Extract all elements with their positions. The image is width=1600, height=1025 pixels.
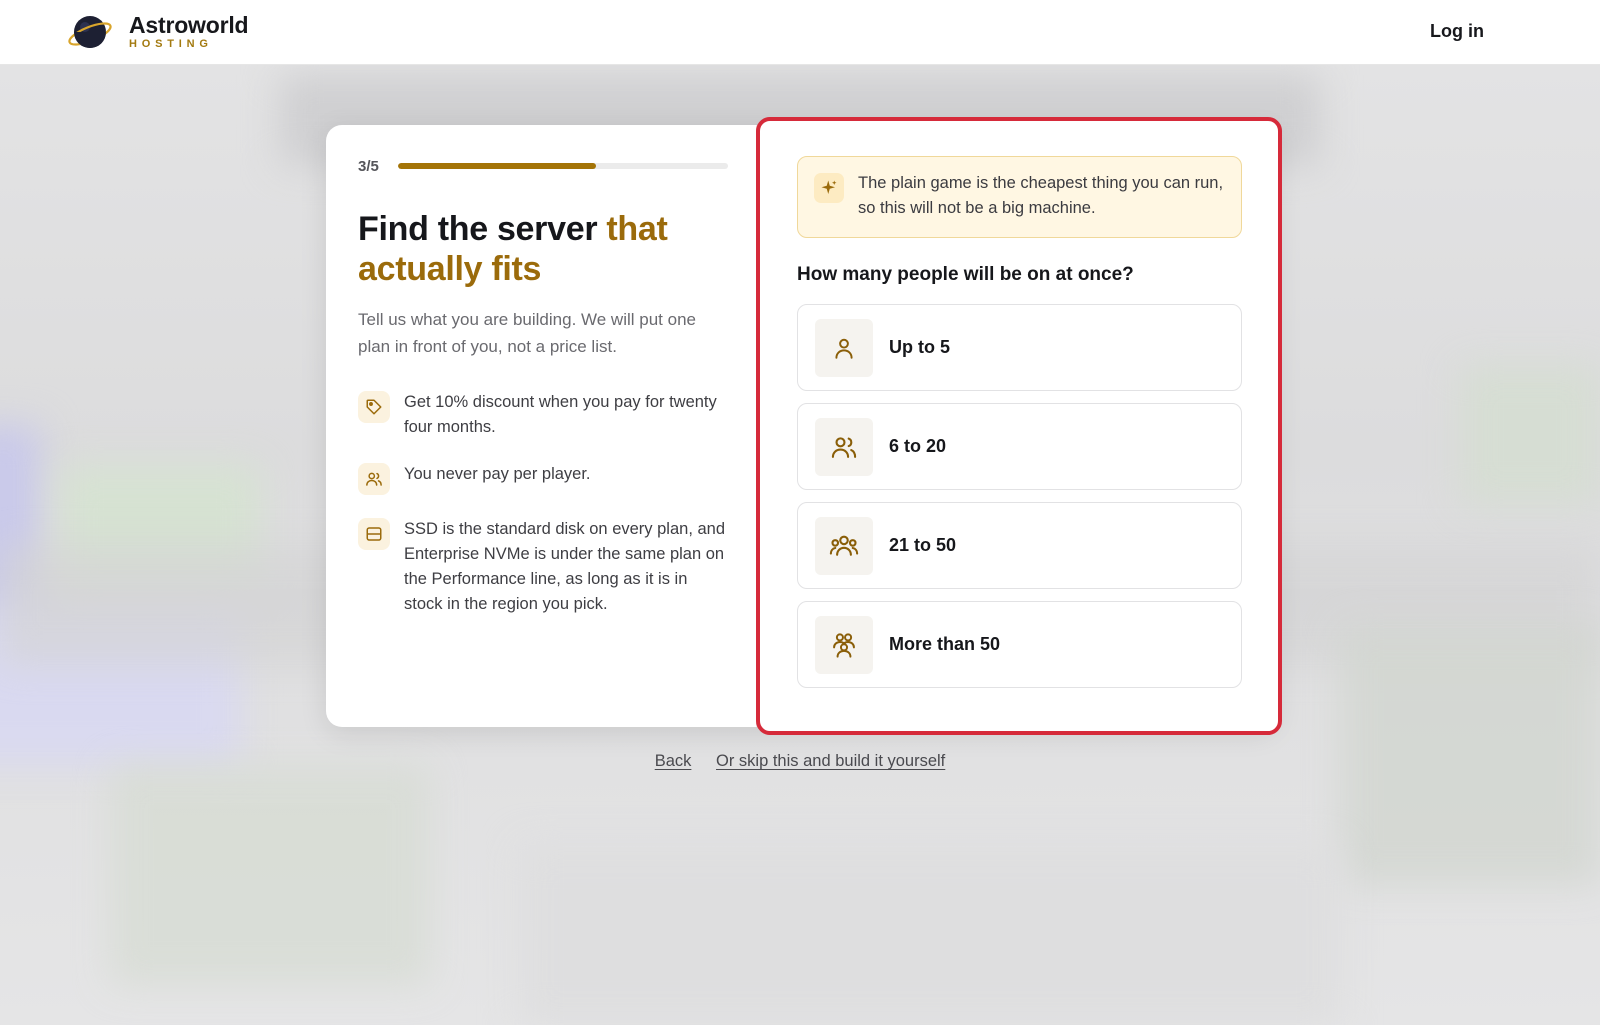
option-label: Up to 5	[889, 337, 950, 357]
brand-name: Astroworld	[129, 12, 249, 38]
option-more-than-50[interactable]: More than 50	[797, 601, 1242, 688]
perk-text: Get 10% discount when you pay for twenty…	[404, 393, 717, 436]
perk-text: SSD is the standard disk on every plan, …	[404, 520, 726, 613]
login-link[interactable]: Log in	[1430, 21, 1484, 42]
single-user-icon	[815, 318, 873, 377]
question-heading: How many people will be on at once?	[797, 264, 1134, 285]
sparkle-icon	[814, 173, 844, 203]
progress-fill	[398, 163, 596, 169]
brand-subtitle: HOSTING	[129, 38, 213, 50]
option-label: 6 to 20	[889, 436, 947, 456]
users-icon	[358, 463, 390, 495]
wizard-intro: 3/5 Find the server that actually fits T…	[326, 125, 756, 727]
intro-text: Tell us what you are building. We will p…	[358, 310, 696, 356]
skip-link[interactable]: Or skip this and build it yourself	[716, 752, 945, 770]
perk-text: You never pay per player.	[404, 465, 591, 483]
back-link[interactable]: Back	[655, 752, 692, 770]
option-21-to-50[interactable]: 21 to 50	[797, 502, 1242, 589]
group-users-icon	[815, 615, 873, 674]
top-header: Astroworld HOSTING Log in	[0, 0, 1600, 65]
option-6-to-20[interactable]: 6 to 20	[797, 403, 1242, 490]
option-up-to-5[interactable]: Up to 5	[797, 304, 1242, 391]
tag-icon	[358, 391, 390, 423]
option-list: Up to 5 6 to 20 21 to 50 More than 50	[797, 304, 1242, 688]
perk-item: You never pay per player.	[358, 462, 756, 495]
option-label: 21 to 50	[889, 535, 957, 555]
three-users-icon	[815, 516, 873, 575]
perk-item: SSD is the standard disk on every plan, …	[358, 517, 756, 617]
brand-logo[interactable]: Astroworld HOSTING	[67, 12, 249, 52]
storage-icon	[358, 518, 390, 550]
question-panel: The plain game is the cheapest thing you…	[756, 117, 1282, 735]
title-main: Find the server	[358, 210, 607, 248]
planet-icon	[67, 12, 113, 52]
option-label: More than 50	[889, 634, 1001, 654]
wizard-card: 3/5 Find the server that actually fits T…	[326, 117, 1282, 735]
progress-row: 3/5	[358, 157, 756, 175]
step-counter: 3/5	[358, 157, 379, 175]
page-title: Find the server that actually fits	[358, 209, 718, 289]
wizard-footer-links: Back Or skip this and build it yourself	[0, 752, 1600, 771]
perk-item: Get 10% discount when you pay for twenty…	[358, 390, 756, 440]
two-users-icon	[815, 417, 873, 476]
perk-list: Get 10% discount when you pay for twenty…	[358, 390, 756, 617]
tip-callout: The plain game is the cheapest thing you…	[797, 156, 1242, 238]
tip-text: The plain game is the cheapest thing you…	[858, 174, 1224, 217]
progress-bar	[398, 163, 728, 169]
